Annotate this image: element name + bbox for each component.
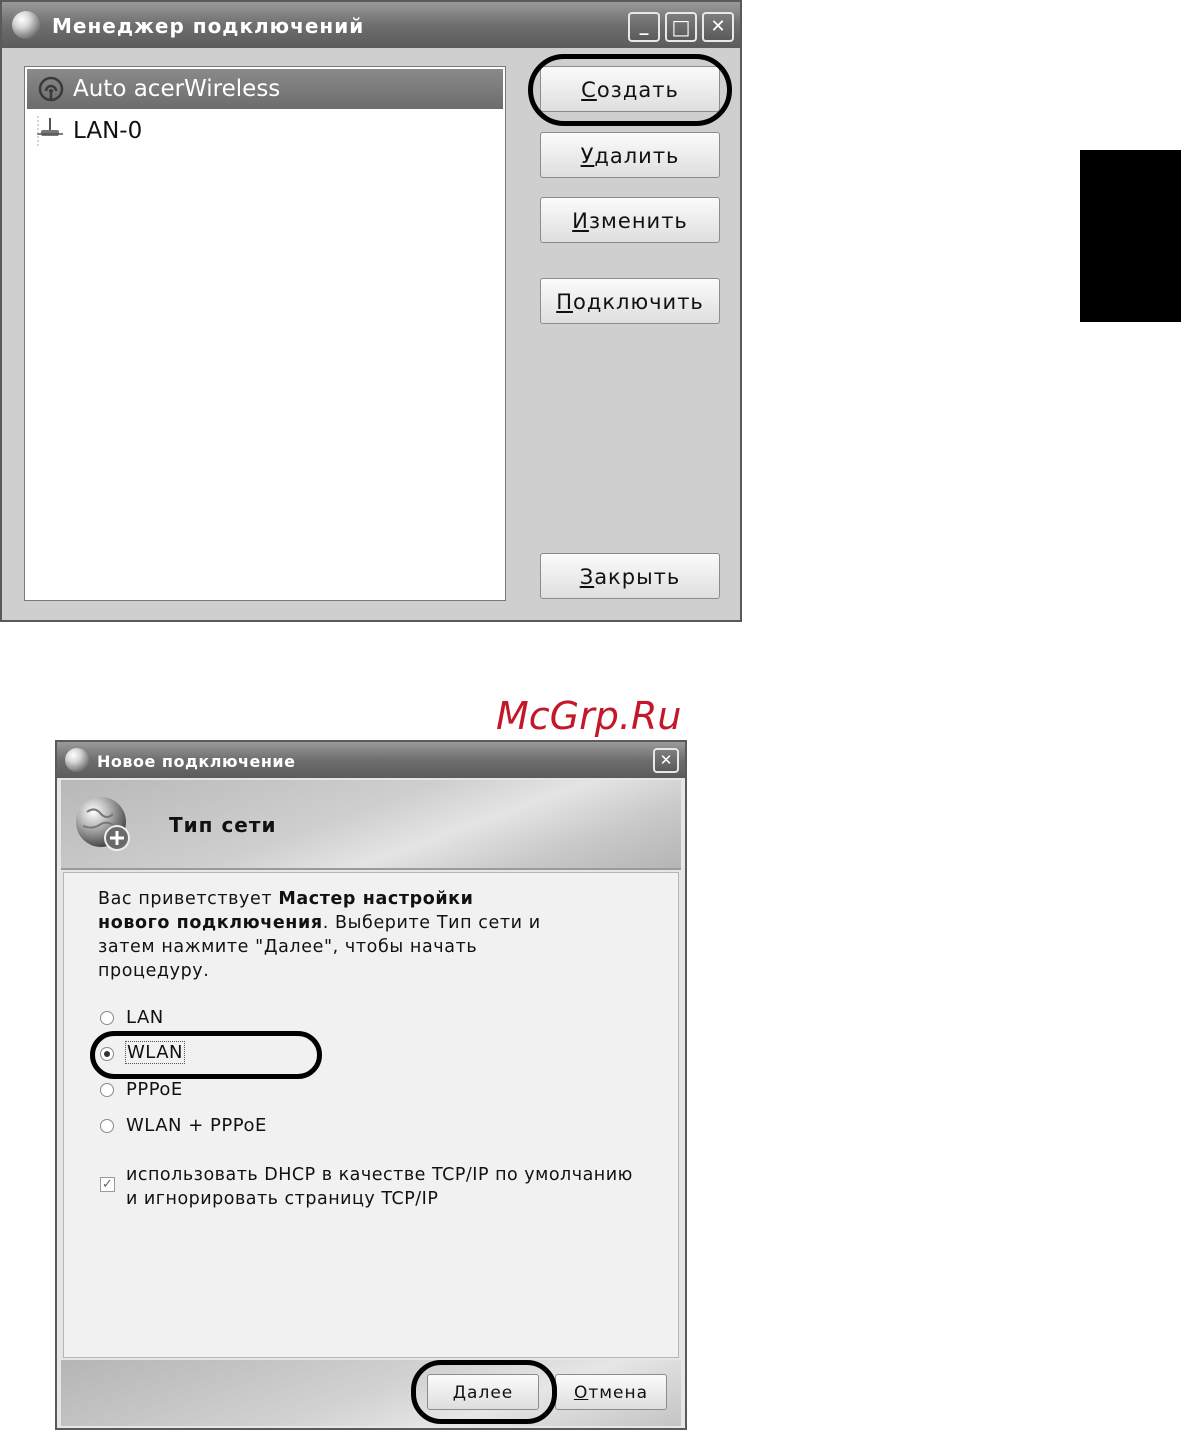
radio-option-pppoe[interactable]: PPPoE [100, 1079, 300, 1103]
next-label: алее [467, 1383, 514, 1403]
connect-label: одключить [572, 290, 704, 314]
minimize-icon: _ [639, 15, 649, 36]
radio-button[interactable] [100, 1011, 114, 1025]
dhcp-checkbox[interactable]: ✓ [100, 1177, 115, 1192]
close-icon: ✕ [710, 16, 726, 37]
connection-label: Auto acerWireless [73, 76, 281, 102]
delete-label: далить [594, 144, 680, 168]
intro-bold1: Мастер настройки [278, 889, 474, 909]
radio-option-wlan-pppoe[interactable]: WLAN + PPPoE [100, 1115, 340, 1139]
edit-label: зменить [588, 209, 688, 233]
window-title: Новое подключение [97, 752, 296, 771]
intro-part2: . Выберите Тип сети и [322, 913, 541, 933]
create-mnemonic: С [581, 78, 597, 102]
dhcp-label-line1: использовать DHCP в качестве TCP/IP по у… [126, 1165, 633, 1185]
connection-item-lan-0[interactable]: LAN-0 [27, 111, 503, 151]
title-bar[interactable]: Менеджер подключений _ □ ✕ [2, 2, 740, 48]
connection-list[interactable]: Auto acerWireless LAN-0 [24, 66, 506, 601]
minimize-button[interactable]: _ [628, 12, 660, 42]
new-connection-window: Новое подключение ✕ Тип сети Вас приветс… [55, 740, 687, 1430]
wizard-content: Вас приветствует Мастер настройки нового… [63, 872, 679, 1358]
intro-line3: затем нажмите "Далее", чтобы начать [98, 937, 478, 957]
cancel-label: тмена [588, 1383, 649, 1403]
intro-bold2: нового подключения [98, 913, 323, 933]
connection-item-auto-acerwireless[interactable]: Auto acerWireless [27, 69, 503, 109]
radio-button[interactable] [100, 1119, 114, 1133]
watermark: McGrp.Ru [496, 694, 682, 738]
connect-button[interactable]: Подключить [540, 278, 720, 324]
intro-part1: Вас приветствует [98, 889, 279, 909]
radio-option-wlan[interactable]: WLAN [100, 1041, 300, 1067]
dhcp-label-line2: и игнорировать страницу TCP/IP [126, 1189, 439, 1209]
create-button[interactable]: Создать [540, 66, 720, 112]
delete-button[interactable]: Удалить [540, 132, 720, 178]
close-window-button[interactable]: ✕ [702, 12, 734, 42]
maximize-button[interactable]: □ [665, 12, 697, 42]
edit-mnemonic: И [572, 209, 589, 233]
cancel-button[interactable]: Отмена [555, 1374, 667, 1410]
radio-label: LAN [126, 1007, 164, 1028]
close-window-button[interactable]: ✕ [653, 748, 679, 773]
close-label: акрыть [594, 565, 681, 589]
radio-label: WLAN + PPPoE [126, 1115, 267, 1136]
window-title: Менеджер подключений [52, 14, 365, 38]
next-button[interactable]: Далее [427, 1374, 539, 1410]
dhcp-checkbox-row[interactable]: ✓ использовать DHCP в качестве TCP/IP по… [100, 1163, 670, 1213]
create-label: оздать [596, 78, 679, 102]
title-bar[interactable]: Новое подключение ✕ [57, 742, 685, 778]
radio-label: WLAN [124, 1041, 186, 1064]
close-mnemonic: З [579, 565, 595, 589]
next-mnemonic: Д [452, 1383, 468, 1403]
connection-label: LAN-0 [73, 118, 143, 144]
close-button[interactable]: Закрыть [540, 553, 720, 599]
page-side-tab [1080, 150, 1181, 322]
connect-mnemonic: П [556, 290, 573, 314]
wizard-footer: Далее Отмена [61, 1360, 681, 1426]
connection-manager-window: Менеджер подключений _ □ ✕ Auto acerWire… [0, 0, 742, 622]
globe-icon [12, 11, 40, 39]
wizard-page-title: Тип сети [169, 813, 277, 837]
globe-icon [65, 748, 89, 772]
radio-button[interactable] [100, 1083, 114, 1097]
radio-label: PPPoE [126, 1079, 183, 1100]
dhcp-label: использовать DHCP в качестве TCP/IP по у… [126, 1163, 633, 1211]
intro-line4: процедуру. [98, 961, 210, 981]
delete-mnemonic: У [580, 144, 595, 168]
cancel-mnemonic: О [573, 1383, 589, 1403]
globe-add-icon [76, 797, 130, 851]
lan-icon [37, 116, 63, 146]
wizard-header: Тип сети [61, 780, 681, 870]
close-icon: ✕ [659, 751, 673, 769]
radio-option-lan[interactable]: LAN [100, 1007, 300, 1031]
wireless-icon [38, 76, 64, 102]
intro-text: Вас приветствует Мастер настройки нового… [98, 887, 658, 983]
maximize-icon: □ [671, 15, 691, 39]
radio-button[interactable] [100, 1047, 114, 1061]
edit-button[interactable]: Изменить [540, 197, 720, 243]
